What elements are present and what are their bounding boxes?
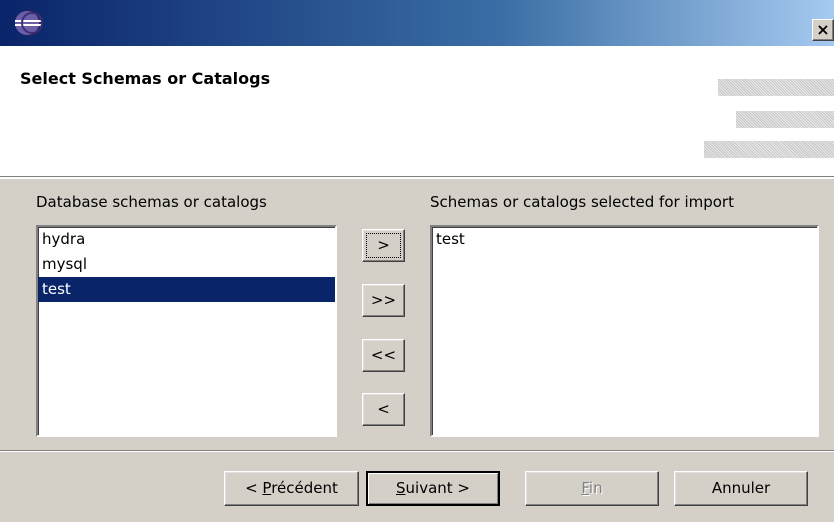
- remove-button[interactable]: <: [362, 393, 405, 426]
- back-button-prefix: <: [245, 479, 263, 497]
- next-button-label: uivant >: [405, 479, 470, 497]
- banner-stripe: [704, 141, 834, 158]
- finish-button[interactable]: Fin: [525, 471, 659, 506]
- list-item[interactable]: mysql: [38, 252, 335, 277]
- finish-button-label: in: [588, 479, 603, 497]
- page-title: Select Schemas or Catalogs: [20, 69, 271, 88]
- banner-stripe: [718, 79, 834, 96]
- available-schemas-list[interactable]: hydra mysql test: [36, 225, 337, 437]
- back-button-label: récédent: [271, 479, 338, 497]
- selected-schemas-label: Schemas or catalogs selected for import: [430, 193, 734, 211]
- finish-button-mnemonic: F: [581, 479, 589, 497]
- banner-stripe: [736, 111, 834, 128]
- available-schemas-label: Database schemas or catalogs: [36, 193, 267, 211]
- add-button[interactable]: >: [362, 229, 405, 262]
- list-item[interactable]: hydra: [38, 227, 335, 252]
- remove-all-button[interactable]: <<: [362, 339, 405, 372]
- header-banner-graphic: [694, 46, 834, 177]
- header-separator: [0, 177, 834, 179]
- add-all-button[interactable]: >>: [362, 284, 405, 317]
- list-item[interactable]: test: [432, 227, 817, 252]
- selected-schemas-list[interactable]: test: [430, 225, 819, 437]
- wizard-header: Select Schemas or Catalogs: [0, 46, 834, 177]
- close-icon: ×: [816, 20, 830, 39]
- close-button[interactable]: ×: [812, 19, 834, 41]
- footer-separator: [0, 450, 834, 452]
- cancel-button[interactable]: Annuler: [674, 471, 808, 506]
- eclipse-icon: [15, 10, 43, 36]
- back-button[interactable]: < Précédent: [224, 471, 359, 506]
- back-button-mnemonic: P: [262, 479, 272, 497]
- next-button-mnemonic: S: [396, 479, 406, 497]
- next-button[interactable]: Suivant >: [366, 471, 500, 506]
- title-bar: ×: [0, 0, 834, 46]
- list-item[interactable]: test: [38, 277, 335, 302]
